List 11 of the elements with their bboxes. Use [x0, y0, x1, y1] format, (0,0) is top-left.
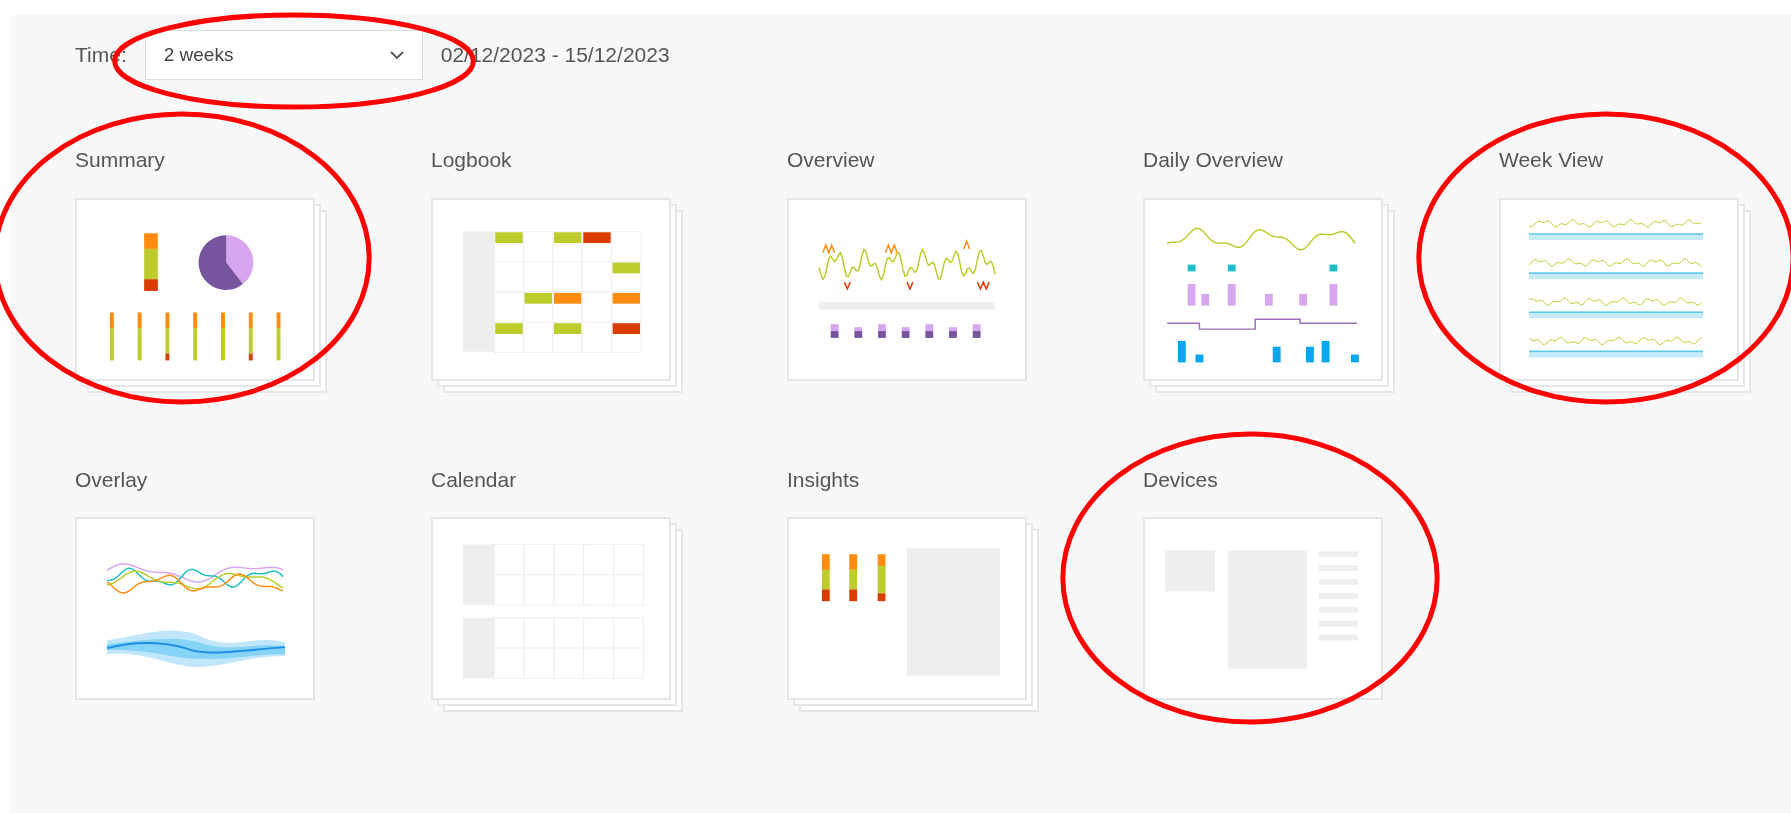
report-title: Daily Overview — [1143, 147, 1285, 173]
report-title: Devices — [1143, 466, 1219, 493]
time-range-dropdown[interactable]: 2 weeks — [144, 30, 423, 80]
report-title: Logbook — [431, 147, 513, 173]
report-title: Calendar — [431, 466, 518, 493]
report-title: Week View — [1499, 147, 1605, 173]
report-title: Overlay — [75, 466, 149, 493]
chevron-down-icon — [389, 50, 404, 60]
report-title: Insights — [787, 466, 861, 493]
report-title: Overview — [787, 147, 876, 173]
report-title: Summary — [75, 147, 166, 173]
